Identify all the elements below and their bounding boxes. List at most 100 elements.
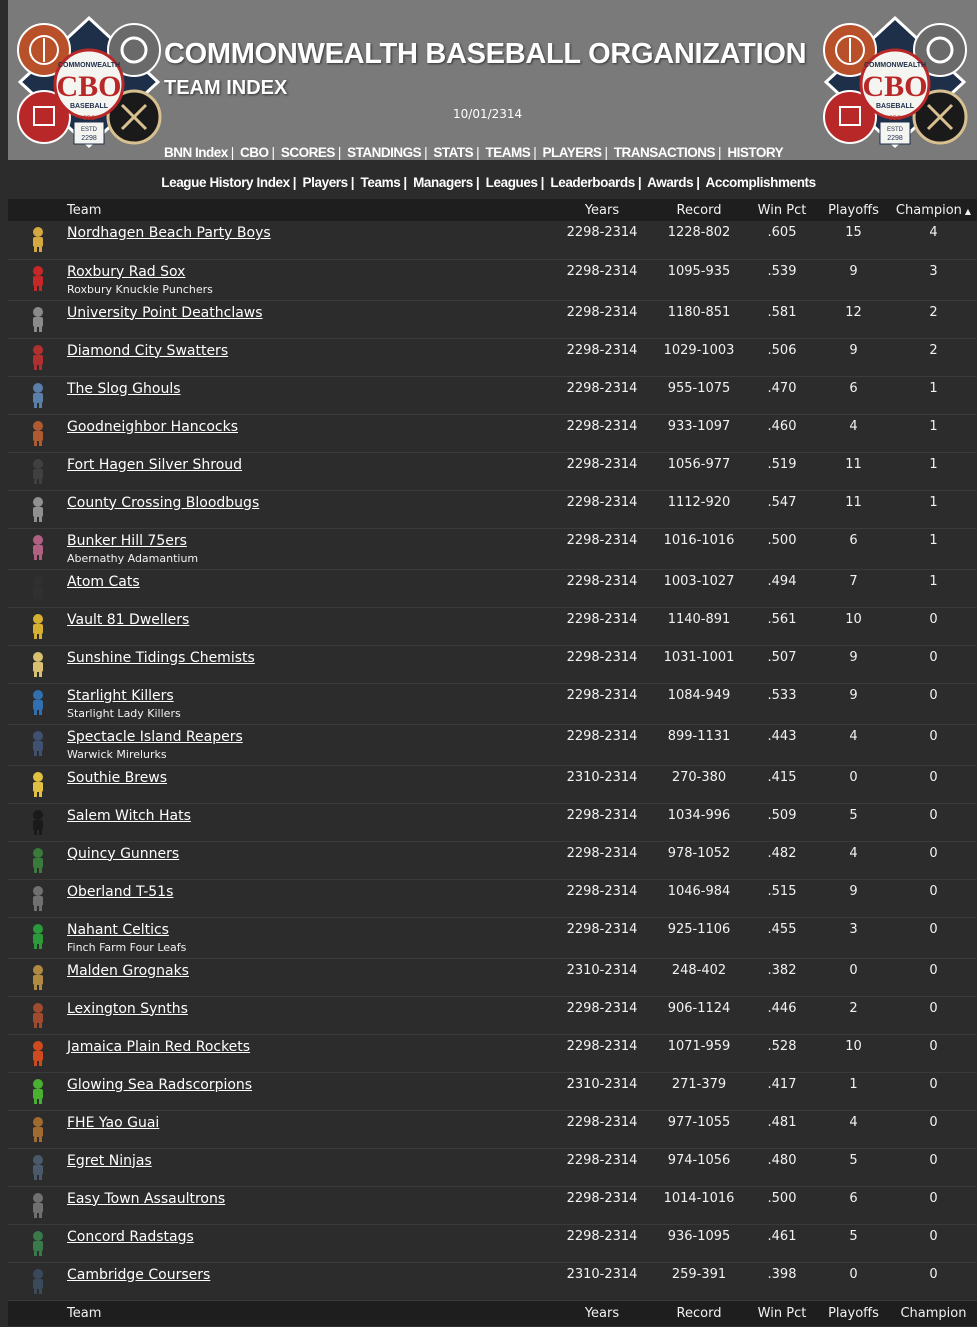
team-name-link[interactable]: Southie Brews	[67, 770, 553, 786]
nav-scores[interactable]: SCORES	[281, 145, 336, 160]
cbo-logo-icon[interactable]: COMMONWEALTH CBO BASEBALL CBO ESTD 2298	[820, 12, 970, 152]
team-name-link[interactable]: Vault 81 Dwellers	[67, 612, 553, 628]
team-name-link[interactable]: Nahant Celtics	[67, 922, 553, 938]
radscorpion-icon[interactable]	[26, 1077, 50, 1105]
playoffs-cell: 11	[817, 452, 890, 491]
team-name-link[interactable]: Nordhagen Beach Party Boys	[67, 225, 553, 241]
footer-champion[interactable]: Champion	[890, 1300, 977, 1326]
team-name-link[interactable]: Roxbury Rad Sox	[67, 264, 553, 280]
nav-history-awards[interactable]: Awards	[647, 175, 694, 190]
batter-icon[interactable]	[26, 343, 50, 371]
team-name-link[interactable]: Cambridge Coursers	[67, 1267, 553, 1283]
team-logo-cell	[8, 221, 67, 260]
reaper-icon[interactable]	[26, 729, 50, 757]
radstag-icon[interactable]	[26, 1229, 50, 1257]
atom-cat-icon[interactable]	[26, 574, 50, 602]
team-logo-cell	[8, 1148, 67, 1187]
chemist-icon[interactable]	[26, 650, 50, 678]
nav-standings[interactable]: STANDINGS	[347, 145, 422, 160]
nav-history-players[interactable]: Players	[303, 175, 349, 190]
vault-emblem-icon[interactable]	[26, 612, 50, 640]
team-name-link[interactable]: University Point Deathclaws	[67, 305, 553, 321]
footer-record[interactable]: Record	[651, 1300, 747, 1326]
footer-playoffs[interactable]: Playoffs	[817, 1300, 890, 1326]
header-years[interactable]: Years	[553, 199, 651, 221]
grognak-icon[interactable]	[26, 963, 50, 991]
team-name-link[interactable]: Fort Hagen Silver Shroud	[67, 457, 553, 473]
table-row: County Crossing Bloodbugs 2298-2314 1112-9…	[8, 490, 977, 529]
team-name-link[interactable]: Egret Ninjas	[67, 1153, 553, 1169]
ninja-icon[interactable]	[26, 1153, 50, 1181]
deathclaw-icon[interactable]	[26, 305, 50, 333]
header-champion[interactable]: Champion ▲	[890, 199, 977, 221]
nav-history[interactable]: HISTORY	[727, 145, 783, 160]
synth-icon[interactable]	[26, 1001, 50, 1029]
team-cell: Vault 81 Dwellers	[67, 607, 553, 646]
nav-history-accomplishments[interactable]: Accomplishments	[705, 175, 816, 190]
playoffs-cell: 7	[817, 569, 890, 608]
team-name-link[interactable]: Spectacle Island Reapers	[67, 729, 553, 745]
team-name-link[interactable]: Salem Witch Hats	[67, 808, 553, 824]
team-name-link[interactable]: The Slog Ghouls	[67, 381, 553, 397]
rocket-icon[interactable]	[26, 1039, 50, 1067]
team-name-link[interactable]: Atom Cats	[67, 574, 553, 590]
team-name-link[interactable]: Glowing Sea Radscorpions	[67, 1077, 553, 1093]
power-armor-icon[interactable]	[26, 884, 50, 912]
team-name-link[interactable]: Jamaica Plain Red Rockets	[67, 1039, 553, 1055]
brew-icon[interactable]	[26, 770, 50, 798]
team-cell: Concord Radstags	[67, 1224, 553, 1263]
header-record[interactable]: Record	[651, 199, 747, 221]
starlight-icon[interactable]	[26, 688, 50, 716]
table-row: Fort Hagen Silver Shroud 2298-2314 1056-97…	[8, 452, 977, 491]
team-name-link[interactable]: FHE Yao Guai	[67, 1115, 553, 1131]
courser-icon[interactable]	[26, 1267, 50, 1295]
ghoul-icon[interactable]	[26, 381, 50, 409]
nav-history-teams[interactable]: Teams	[361, 175, 401, 190]
cbo-logo-icon[interactable]: COMMONWEALTH CBO BASEBALL CBO ESTD 2298	[14, 12, 164, 152]
witch-hat-icon[interactable]	[26, 808, 50, 836]
nav-cbo[interactable]: CBO	[240, 145, 269, 160]
team-name-link[interactable]: Concord Radstags	[67, 1229, 553, 1245]
footer-winpct[interactable]: Win Pct	[747, 1300, 817, 1326]
celtic-icon[interactable]	[26, 922, 50, 950]
team-name-link[interactable]: Diamond City Swatters	[67, 343, 553, 359]
team-name-link[interactable]: Starlight Killers	[67, 688, 553, 704]
years-cell: 2298-2314	[553, 1034, 651, 1073]
seventy-fiver-icon[interactable]	[26, 533, 50, 561]
letter-r-icon[interactable]	[26, 264, 50, 292]
silver-shroud-icon[interactable]	[26, 457, 50, 485]
table-row: Vault 81 Dwellers 2298-2314 1140-891.561 10…	[8, 607, 977, 646]
header-winpct[interactable]: Win Pct	[747, 199, 817, 221]
team-name-link[interactable]: Malden Grognaks	[67, 963, 553, 979]
header-team[interactable]: Team	[67, 199, 553, 221]
nav-history-managers[interactable]: Managers	[413, 175, 473, 190]
team-name-link[interactable]: Quincy Gunners	[67, 846, 553, 862]
footer-years[interactable]: Years	[553, 1300, 651, 1326]
nav-transactions[interactable]: TRANSACTIONS	[614, 145, 716, 160]
nav-history-leaderboards[interactable]: Leaderboards	[550, 175, 635, 190]
team-name-link[interactable]: Lexington Synths	[67, 1001, 553, 1017]
nav-bnn-index[interactable]: BNN Index	[164, 145, 228, 160]
nav-league-history-index[interactable]: League History Index	[161, 175, 290, 190]
gunner-skull-icon[interactable]	[26, 846, 50, 874]
years-cell: 2298-2314	[553, 724, 651, 766]
team-name-link[interactable]: County Crossing Bloodbugs	[67, 495, 553, 511]
team-name-link[interactable]: Goodneighbor Hancocks	[67, 419, 553, 435]
record-cell: 899-1131	[651, 724, 747, 766]
fhe-wordmark-icon[interactable]	[26, 1115, 50, 1143]
team-name-link[interactable]: Oberland T-51s	[67, 884, 553, 900]
team-name-link[interactable]: Bunker Hill 75ers	[67, 533, 553, 549]
vault-boy-icon[interactable]	[26, 225, 50, 253]
hancock-icon[interactable]	[26, 419, 50, 447]
bloodbug-icon[interactable]	[26, 495, 50, 523]
nav-teams[interactable]: TEAMS	[485, 145, 530, 160]
years-cell: 2298-2314	[553, 683, 651, 725]
assaultron-icon[interactable]	[26, 1191, 50, 1219]
team-name-link[interactable]: Easy Town Assaultrons	[67, 1191, 553, 1207]
team-name-link[interactable]: Sunshine Tidings Chemists	[67, 650, 553, 666]
nav-stats[interactable]: STATS	[433, 145, 473, 160]
footer-team[interactable]: Team	[67, 1300, 553, 1326]
nav-history-leagues[interactable]: Leagues	[486, 175, 538, 190]
nav-players[interactable]: PLAYERS	[542, 145, 602, 160]
header-playoffs[interactable]: Playoffs	[817, 199, 890, 221]
